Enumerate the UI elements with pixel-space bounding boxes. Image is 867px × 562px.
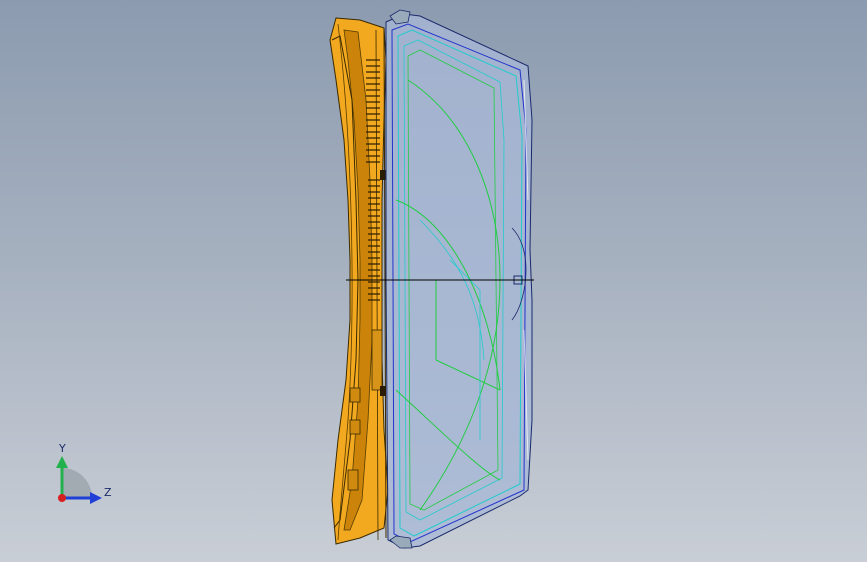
- y-axis-arrow-icon: [56, 456, 68, 468]
- rear-housing: [329, 17, 389, 545]
- monitor-model[interactable]: [329, 9, 534, 549]
- y-axis-label: Y: [58, 442, 66, 455]
- x-axis-dot-icon: [58, 494, 66, 502]
- z-axis-label: Z: [104, 486, 112, 499]
- vent-grille: [366, 59, 380, 301]
- cad-graphics-area[interactable]: Y Z: [0, 0, 867, 562]
- triad-xy-plane: [62, 468, 92, 498]
- orientation-triad[interactable]: Y Z: [56, 442, 112, 504]
- z-axis-arrow-icon: [90, 492, 102, 504]
- front-panel: [385, 9, 533, 549]
